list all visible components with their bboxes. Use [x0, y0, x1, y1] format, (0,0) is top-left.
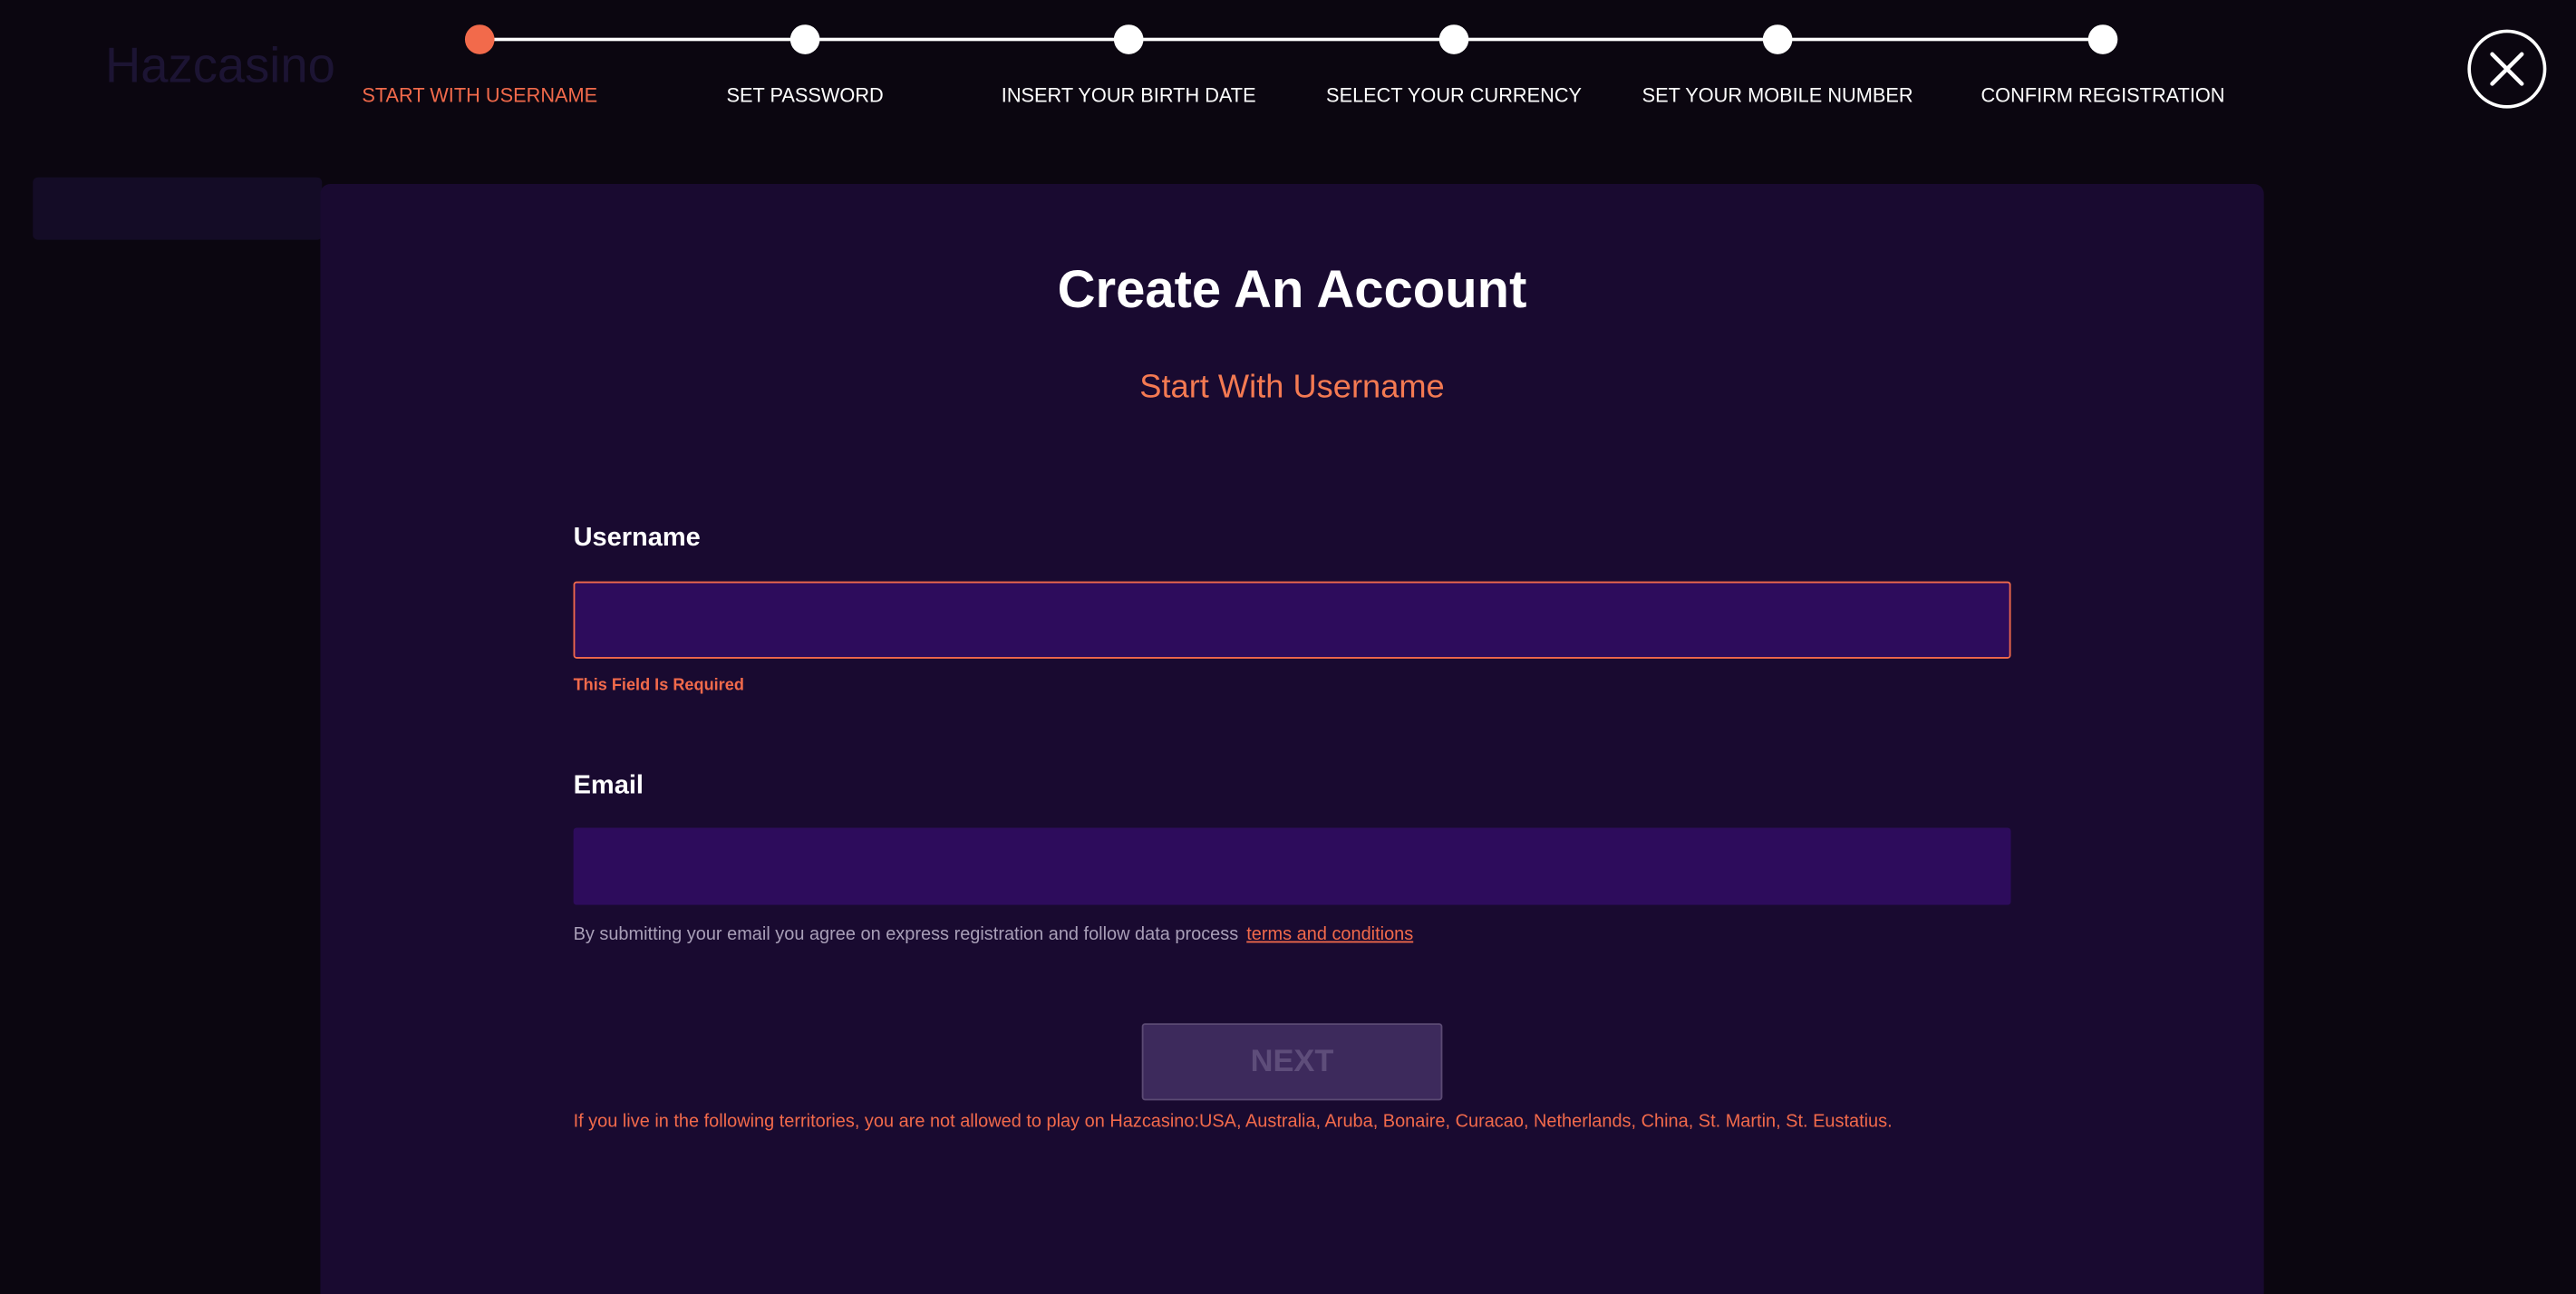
background-logo: Hazcasino: [105, 39, 335, 94]
page-title: Create An Account: [1057, 259, 1527, 319]
step-label-5: SET YOUR MOBILE NUMBER: [1641, 83, 1913, 107]
step-label-6: CONFIRM REGISTRATION: [1980, 83, 2225, 107]
step-subtitle: Start With Username: [1139, 369, 1445, 406]
territories-notice: If you live in the following territories…: [573, 1112, 1893, 1132]
step-label-1: START WITH USERNAME: [362, 83, 598, 107]
step-dot-2: [789, 24, 820, 54]
step-dot-6: [2087, 24, 2118, 54]
terms-link[interactable]: terms and conditions: [1246, 924, 1413, 944]
step-dot-1: [464, 24, 495, 54]
step-dot-3: [1113, 24, 1144, 54]
step-dot-5: [1762, 24, 1793, 54]
background-sign-in-button: [33, 177, 323, 240]
stepper-line: [479, 37, 2103, 42]
email-note: By submitting your email you agree on ex…: [574, 924, 1414, 944]
step-label-2: SET PASSWORD: [726, 83, 884, 107]
step-dot-4: [1438, 24, 1469, 54]
step-label-4: SELECT YOUR CURRENCY: [1326, 83, 1583, 107]
close-icon: [2490, 52, 2524, 86]
username-input[interactable]: [573, 581, 2011, 659]
email-note-text: By submitting your email you agree on ex…: [573, 924, 1239, 945]
registration-screen: Hazcasino START WITH USERNAME SET PASSWOR…: [0, 0, 2576, 1294]
username-label: Username: [573, 524, 701, 552]
step-label-3: INSERT YOUR BIRTH DATE: [1001, 83, 1256, 107]
email-input[interactable]: [573, 827, 2011, 905]
email-label: Email: [573, 771, 644, 800]
username-error: This Field Is Required: [573, 676, 744, 695]
create-account-modal: Create An Account Start With Username Us…: [320, 184, 2264, 1294]
close-button[interactable]: [2467, 29, 2547, 109]
next-button[interactable]: NEXT: [1141, 1023, 1443, 1101]
